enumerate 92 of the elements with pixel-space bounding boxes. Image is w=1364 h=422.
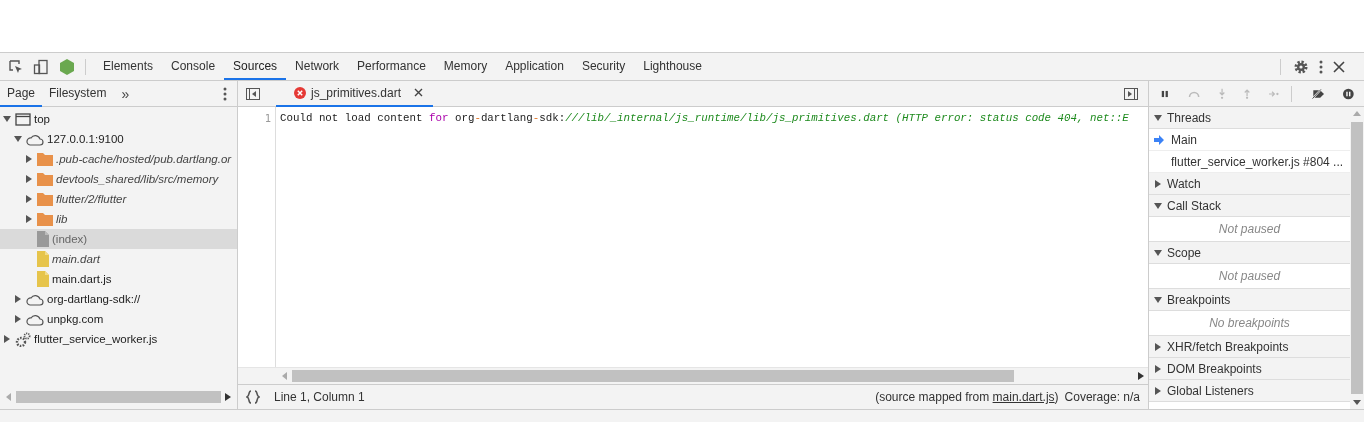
cloud-icon [26,312,44,326]
empty-message: Not paused [1218,269,1281,283]
empty-message: Not paused [1218,222,1281,236]
tree-item[interactable]: unpkg.com [0,309,237,329]
expand-arrow-icon [1154,364,1162,373]
panel-tab[interactable]: Memory [434,53,497,80]
navigator-tab[interactable]: Filesystem [42,80,114,107]
tree-item[interactable]: 127.0.0.1:9100 [0,129,237,149]
expand-arrow-icon[interactable] [25,155,33,163]
deactivate-breakpoints-icon[interactable] [1310,86,1325,101]
code-line: Could not load content for org-dartlang-sdk:///lib/_internal/js_runtime/lib/js_primitives.dart (HTTP error: status code 404, net::E [280,111,1129,126]
section-header[interactable]: DOM Breakpoints [1149,358,1350,380]
tree-item[interactable]: flutter_service_worker.js [0,329,237,349]
folder-icon [37,212,53,226]
toggle-debugger-icon[interactable] [1124,87,1138,100]
collapse-arrow-icon[interactable] [14,135,22,143]
more-tabs-button[interactable]: » [113,85,138,102]
tree-item[interactable]: devtools_shared/lib/src/memory [0,169,237,189]
coverage-label: Coverage: n/a [1064,390,1140,404]
expand-arrow-icon [1154,179,1162,188]
panel-tab[interactable]: Network [286,53,349,80]
file-icon [37,271,49,287]
tree-item[interactable]: main.dart [0,249,237,269]
frame-icon [15,112,31,126]
tree-item[interactable]: .pub-cache/hosted/pub.dartlang.or [0,149,237,169]
scrollbar-thumb[interactable] [16,391,221,403]
section-header[interactable]: Breakpoints [1149,289,1350,311]
collapse-arrow-icon [1154,113,1162,122]
cloud-icon [26,292,44,306]
close-icon[interactable] [414,88,424,97]
thread-item[interactable]: Main [1149,129,1350,151]
file-icon [37,231,49,247]
format-icon[interactable] [246,390,260,404]
expand-arrow-icon[interactable] [14,315,22,323]
pause-icon[interactable] [1161,88,1169,99]
expand-arrow-icon[interactable] [14,295,22,303]
folder-icon [37,152,53,166]
close-icon[interactable] [1333,60,1345,73]
gears-icon [15,331,31,347]
section-header[interactable]: Call Stack [1149,195,1350,217]
collapse-arrow-icon [1154,248,1162,257]
panel-tab[interactable]: Elements [94,53,163,80]
tree-item[interactable]: lib [0,209,237,229]
folder-icon [37,192,53,206]
panel-tab[interactable]: Application [496,53,573,80]
source-map-note: (source mapped from [875,390,991,404]
tree-item[interactable]: org-dartlang-sdk:// [0,289,237,309]
section-header[interactable]: Global Listeners [1149,380,1350,402]
hexagon-icon[interactable] [58,57,76,76]
panel-tab[interactable]: Console [162,53,225,80]
source-map-note: ) [1054,390,1059,404]
scroll-right-icon[interactable] [225,393,231,401]
expand-arrow-icon [1154,386,1162,395]
more-icon[interactable] [1318,58,1324,75]
collapse-arrow-icon[interactable] [3,115,11,123]
empty-message: No breakpoints [1209,316,1290,330]
expand-arrow-icon[interactable] [25,215,33,223]
panel-tab[interactable]: Security [572,53,635,80]
device-icon[interactable] [33,58,49,75]
toggle-navigator-icon[interactable] [246,87,260,100]
expand-arrow-icon[interactable] [25,195,33,203]
cloud-icon [26,132,44,146]
scroll-down-icon[interactable] [1353,400,1361,405]
section-header[interactable]: Watch [1149,173,1350,195]
section-header[interactable]: XHR/fetch Breakpoints [1149,336,1350,358]
panel-tab[interactable]: Lighthouse [634,53,711,80]
more-icon[interactable] [223,86,227,101]
line-number: 1 [263,111,271,126]
collapse-arrow-icon [1154,295,1162,304]
panel-tab[interactable]: Performance [348,53,435,80]
tree-item[interactable]: top [0,109,237,129]
tree-item[interactable]: flutter/2/flutter [0,189,237,209]
cursor-position: Line 1, Column 1 [274,390,365,404]
inspect-icon[interactable] [8,58,24,75]
folder-icon [37,172,53,186]
tree-item[interactable]: (index) [0,229,237,249]
settings-icon[interactable] [1293,58,1309,75]
expand-arrow-icon[interactable] [25,175,33,183]
navigator-tab[interactable]: Page [0,80,43,107]
scrollbar-thumb[interactable] [1351,122,1363,394]
scrollbar-thumb[interactable] [292,370,1014,382]
expand-arrow-icon[interactable] [3,335,11,343]
section-header[interactable]: Threads [1149,107,1350,129]
error-icon [294,86,306,99]
scroll-right-icon[interactable] [1138,372,1144,380]
expand-arrow-icon [1154,342,1162,351]
collapse-arrow-icon [1154,201,1162,210]
tree-item[interactable]: main.dart.js [0,269,237,289]
pause-on-exceptions-icon[interactable] [1343,86,1354,101]
source-map-link[interactable]: main.dart.js [992,390,1055,404]
file-icon [37,251,49,267]
section-header[interactable]: Scope [1149,242,1350,264]
